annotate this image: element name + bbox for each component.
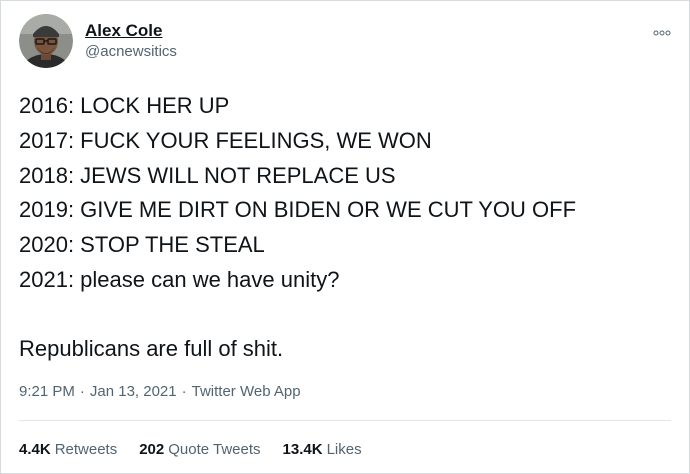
quote-tweets-stat[interactable]: 202 Quote Tweets bbox=[139, 440, 260, 460]
retweets-stat[interactable]: 4.4K Retweets bbox=[19, 440, 117, 460]
retweets-count: 4.4K bbox=[19, 441, 51, 458]
meta-separator: · bbox=[181, 383, 187, 400]
likes-stat[interactable]: 13.4K Likes bbox=[283, 440, 362, 460]
quote-tweets-count: 202 bbox=[139, 441, 165, 458]
tweet-header: Alex Cole @acnewsitics bbox=[19, 13, 177, 69]
more-options-icon bbox=[653, 30, 671, 36]
tweet-line: 2019: GIVE ME DIRT ON BIDEN OR WE CUT YO… bbox=[19, 197, 577, 223]
more-options-button[interactable] bbox=[653, 25, 671, 36]
avatar-photo bbox=[19, 14, 73, 68]
tweet-date[interactable]: Jan 13, 2021 bbox=[90, 383, 177, 400]
author-handle[interactable]: @acnewsitics bbox=[85, 42, 177, 62]
likes-label: Likes bbox=[326, 441, 362, 458]
avatar[interactable] bbox=[19, 14, 73, 68]
quote-tweets-label: Quote Tweets bbox=[168, 441, 261, 458]
likes-count: 13.4K bbox=[282, 441, 323, 458]
author-names: Alex Cole @acnewsitics bbox=[85, 20, 177, 62]
meta-separator: · bbox=[79, 383, 85, 400]
tweet-line: 2021: please can we have unity? bbox=[19, 266, 340, 292]
tweet-stats: 4.4K Retweets 202 Quote Tweets 13.4K Likes bbox=[19, 440, 384, 460]
tweet-line: 2020: STOP THE STEAL bbox=[19, 232, 265, 258]
author-display-name[interactable]: Alex Cole bbox=[85, 20, 177, 42]
tweet-line: 2018: JEWS WILL NOT REPLACE US bbox=[19, 162, 396, 188]
tweet-source[interactable]: Twitter Web App bbox=[192, 383, 301, 400]
divider bbox=[19, 420, 671, 421]
tweet-line: 2016: LOCK HER UP bbox=[19, 93, 230, 118]
tweet-time[interactable]: 9:21 PM bbox=[19, 383, 75, 400]
tweet-closing-line: Republicans are full of shit. bbox=[19, 335, 284, 361]
retweets-label: Retweets bbox=[54, 441, 118, 458]
tweet-line: 2017: FUCK YOUR FEELINGS, WE WON bbox=[19, 127, 432, 153]
tweet-meta: 9:21 PM · Jan 13, 2021 · Twitter Web App bbox=[19, 382, 301, 402]
tweet-text: 2016: LOCK HER UP 2017: FUCK YOUR FEELIN… bbox=[19, 89, 669, 367]
tweet-card: Alex Cole @acnewsitics 2016: LOCK HER UP… bbox=[0, 0, 690, 474]
